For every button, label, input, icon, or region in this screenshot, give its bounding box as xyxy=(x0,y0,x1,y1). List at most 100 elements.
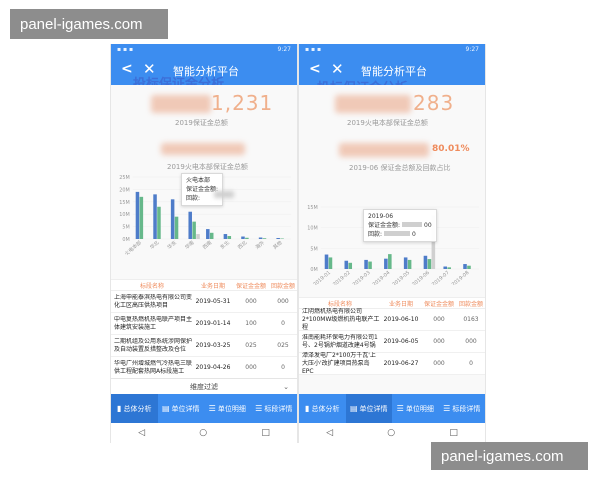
status-icons: ▪ ▪ ▪ xyxy=(117,46,134,53)
table-row[interactable]: 华电广州增城燃气冷热电三联供工程配套热网A标段施工 2019-04-26 000… xyxy=(111,357,297,379)
tab-overall-analysis[interactable]: ▮ 总体分析 xyxy=(299,394,346,423)
status-bar: ▪ ▪ ▪ 9:27 xyxy=(111,44,297,55)
filter-label: 维度过滤 xyxy=(190,382,218,391)
unit-total-amount: 283 xyxy=(413,91,455,115)
dimension-filter[interactable]: 维度过滤 ⌄ xyxy=(111,378,297,394)
back-triangle-icon[interactable]: ◁ xyxy=(326,428,333,438)
y-tick-label: 15M xyxy=(307,205,318,211)
chart-bar xyxy=(364,259,368,269)
system-nav-bar: ◁ ○ □ xyxy=(111,423,297,443)
table-row[interactable]: 二期机组及公用系统涉网保护及自动装置反措整改及仓位 2019-03-25 025… xyxy=(111,335,297,357)
col-section-name: 标段名称 xyxy=(327,300,352,308)
chart-bar xyxy=(223,234,228,239)
row-section-name: 华电广州增城燃气冷热电三联供工程配套热网A标段施工 xyxy=(114,359,193,375)
tab-unit-breakdown[interactable]: ☰ 单位明细 xyxy=(204,394,251,423)
chart-bar xyxy=(463,264,467,269)
chart-bar xyxy=(157,206,161,239)
home-circle-icon[interactable]: ○ xyxy=(387,428,395,438)
table-row[interactable]: 淮南能耗环保电力有限公司1号、2号锅炉烟道改建4号锅 2019-06-05 00… xyxy=(299,331,485,353)
chart-bar xyxy=(170,199,175,239)
tab-label: 单位明细 xyxy=(405,404,434,413)
row-date: 2019-06-10 xyxy=(383,316,419,323)
table-row[interactable]: 中电复热燃机热电联产项目主体建筑安装施工 2019-01-14 100 0 xyxy=(111,313,297,335)
row-return: 0 xyxy=(281,320,285,327)
masked-month-amount xyxy=(339,143,429,157)
x-tick-label: 华北 xyxy=(148,239,160,251)
chart-icon: ▮ xyxy=(305,403,310,413)
row-section-name: 中电复热燃机热电联产项目主体建筑安装施工 xyxy=(114,315,193,331)
row-section-name: 漳泽发电厂2*100万千瓦'上大压小'改扩建项目热泵岛EPC xyxy=(302,351,376,375)
y-tick-label: 10M xyxy=(307,226,318,232)
back-arrow-icon[interactable]: < xyxy=(309,61,321,77)
close-icon[interactable]: ✕ xyxy=(331,60,344,78)
chart-bar xyxy=(427,259,432,269)
tab-section-details[interactable]: ☰ 标段详情 xyxy=(251,394,298,423)
row-return: 0 xyxy=(281,364,285,371)
back-triangle-icon[interactable]: ◁ xyxy=(138,428,145,438)
total-amount: 1,231 xyxy=(211,91,274,115)
tab-label: 总体分析 xyxy=(123,404,152,413)
chart-bar xyxy=(467,265,471,269)
table-header: 标段名称 业务日期 保证金金额 回款金额 xyxy=(111,279,297,291)
row-amount: 025 xyxy=(245,342,257,349)
tooltip-amount-value: 00 xyxy=(424,222,432,229)
tab-unit-details[interactable]: ▤ 单位详情 xyxy=(158,394,205,423)
x-tick-label: 2019-02 xyxy=(332,270,352,285)
row-section-name: 上海申能泰滨热电有限公司变化工区高压供热项目 xyxy=(114,293,193,309)
chart-tooltip: 火电本部 保证金金额: 回款: xyxy=(181,173,224,206)
table-body: 江阴燃机热电有限公司2*100MW级燃机热电联产工程 2019-06-10 00… xyxy=(299,308,485,375)
tab-label: 单位详情 xyxy=(171,404,200,413)
y-tick-label: 5M xyxy=(122,225,129,231)
chart-bar xyxy=(192,221,196,239)
y-tick-label: 15M xyxy=(119,200,130,206)
total-label: 2019保证金总额 xyxy=(175,119,228,127)
chart-bar xyxy=(443,266,448,269)
tooltip-masked-value xyxy=(214,191,234,198)
back-arrow-icon[interactable]: < xyxy=(121,61,133,77)
status-icons: ▪ ▪ ▪ xyxy=(305,46,322,53)
table-row[interactable]: 上海申能泰滨热电有限公司变化工区高压供热项目 2019-05-31 000 00… xyxy=(111,291,297,313)
x-tick-label: 2019-04 xyxy=(372,270,392,285)
table-row[interactable]: 江阴燃机热电有限公司2*100MW级燃机热电联产工程 2019-06-10 00… xyxy=(299,308,485,331)
chart-bar xyxy=(241,236,245,239)
chart-bar xyxy=(258,237,263,239)
y-tick-label: 20M xyxy=(119,187,130,193)
chart-bar xyxy=(174,216,179,239)
recent-square-icon[interactable]: □ xyxy=(261,428,270,438)
tab-label: 总体分析 xyxy=(311,404,340,413)
home-circle-icon[interactable]: ○ xyxy=(199,428,207,438)
x-tick-label: 2019-06 xyxy=(411,270,431,285)
row-amount: 000 xyxy=(245,298,257,305)
col-section-name: 标段名称 xyxy=(139,282,164,290)
chart-bar xyxy=(328,257,333,269)
row-date: 2019-04-26 xyxy=(195,364,231,371)
tab-label: 单位明细 xyxy=(217,404,246,413)
masked-value xyxy=(402,222,423,227)
row-date: 2019-06-05 xyxy=(383,338,419,345)
table-row[interactable]: 漳泽发电厂2*100万千瓦'上大压小'改扩建项目热泵岛EPC 2019-06-2… xyxy=(299,351,485,375)
site-watermark-top: panel-igames.com xyxy=(10,9,168,39)
x-tick-label: 华东 xyxy=(166,239,178,251)
col-return: 回款金额 xyxy=(458,300,483,308)
tab-unit-details[interactable]: ▤ 单位详情 xyxy=(345,394,392,423)
y-tick-label: 5M xyxy=(310,246,317,252)
site-watermark-bottom: panel-igames.com xyxy=(431,442,588,470)
recent-square-icon[interactable]: □ xyxy=(449,428,458,438)
chart-bar xyxy=(368,261,372,269)
masked-total xyxy=(335,95,411,113)
chart-bar xyxy=(227,236,232,239)
row-amount: 000 xyxy=(433,338,445,345)
tab-label: 单位详情 xyxy=(359,404,388,413)
row-amount: 000 xyxy=(433,316,445,323)
chart-bar xyxy=(153,194,157,239)
x-tick-label: 西南 xyxy=(201,239,213,251)
chart-bar xyxy=(245,237,249,239)
chart-bar xyxy=(262,238,267,239)
row-date: 2019-06-27 xyxy=(383,360,419,367)
bottom-tabbar: ▮ 总体分析 ▤ 单位详情 ☰ 单位明细 ☰ 标段详情 xyxy=(299,394,485,423)
row-date: 2019-01-14 xyxy=(195,320,231,327)
tab-section-details[interactable]: ☰ 标段详情 xyxy=(439,394,486,423)
row-return: 0 xyxy=(469,360,473,367)
tab-overall-analysis[interactable]: ▮ 总体分析 xyxy=(111,394,158,423)
tab-unit-breakdown[interactable]: ☰ 单位明细 xyxy=(392,394,439,423)
